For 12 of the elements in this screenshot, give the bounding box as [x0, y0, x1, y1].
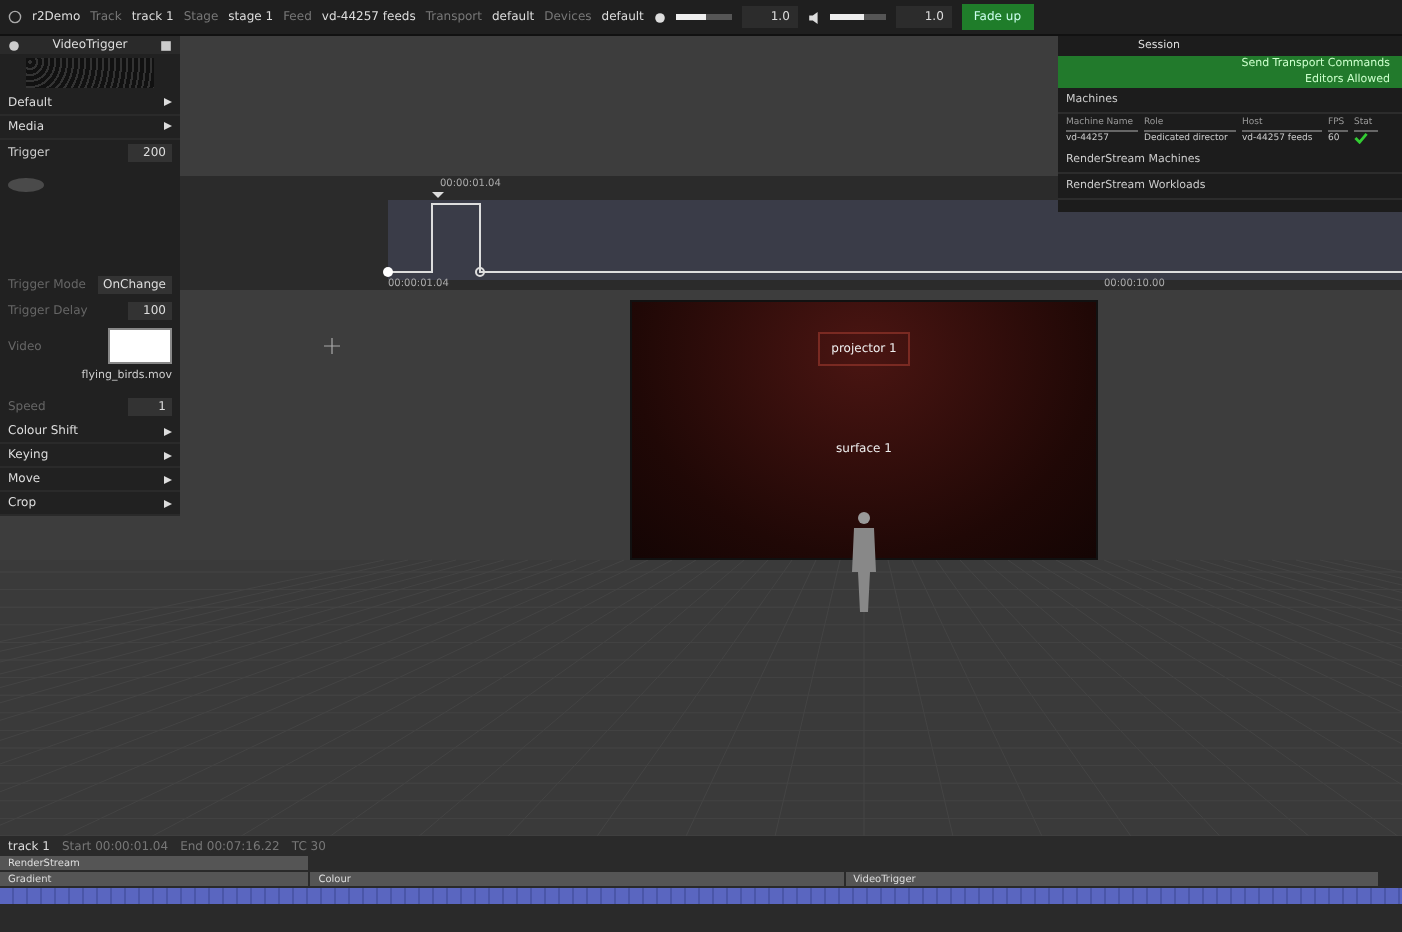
speaker-icon — [807, 11, 820, 23]
volume-slider[interactable] — [675, 14, 732, 20]
caret-icon — [164, 122, 172, 131]
caret-icon — [164, 475, 172, 483]
person-silhouette — [848, 510, 880, 614]
video-preview — [26, 58, 154, 88]
caret-icon — [164, 427, 172, 435]
caret-icon — [164, 499, 172, 507]
volume-slider[interactable] — [829, 14, 886, 20]
caret-icon — [164, 98, 172, 107]
video-thumbnail[interactable] — [108, 328, 172, 364]
caret-icon — [164, 451, 172, 459]
